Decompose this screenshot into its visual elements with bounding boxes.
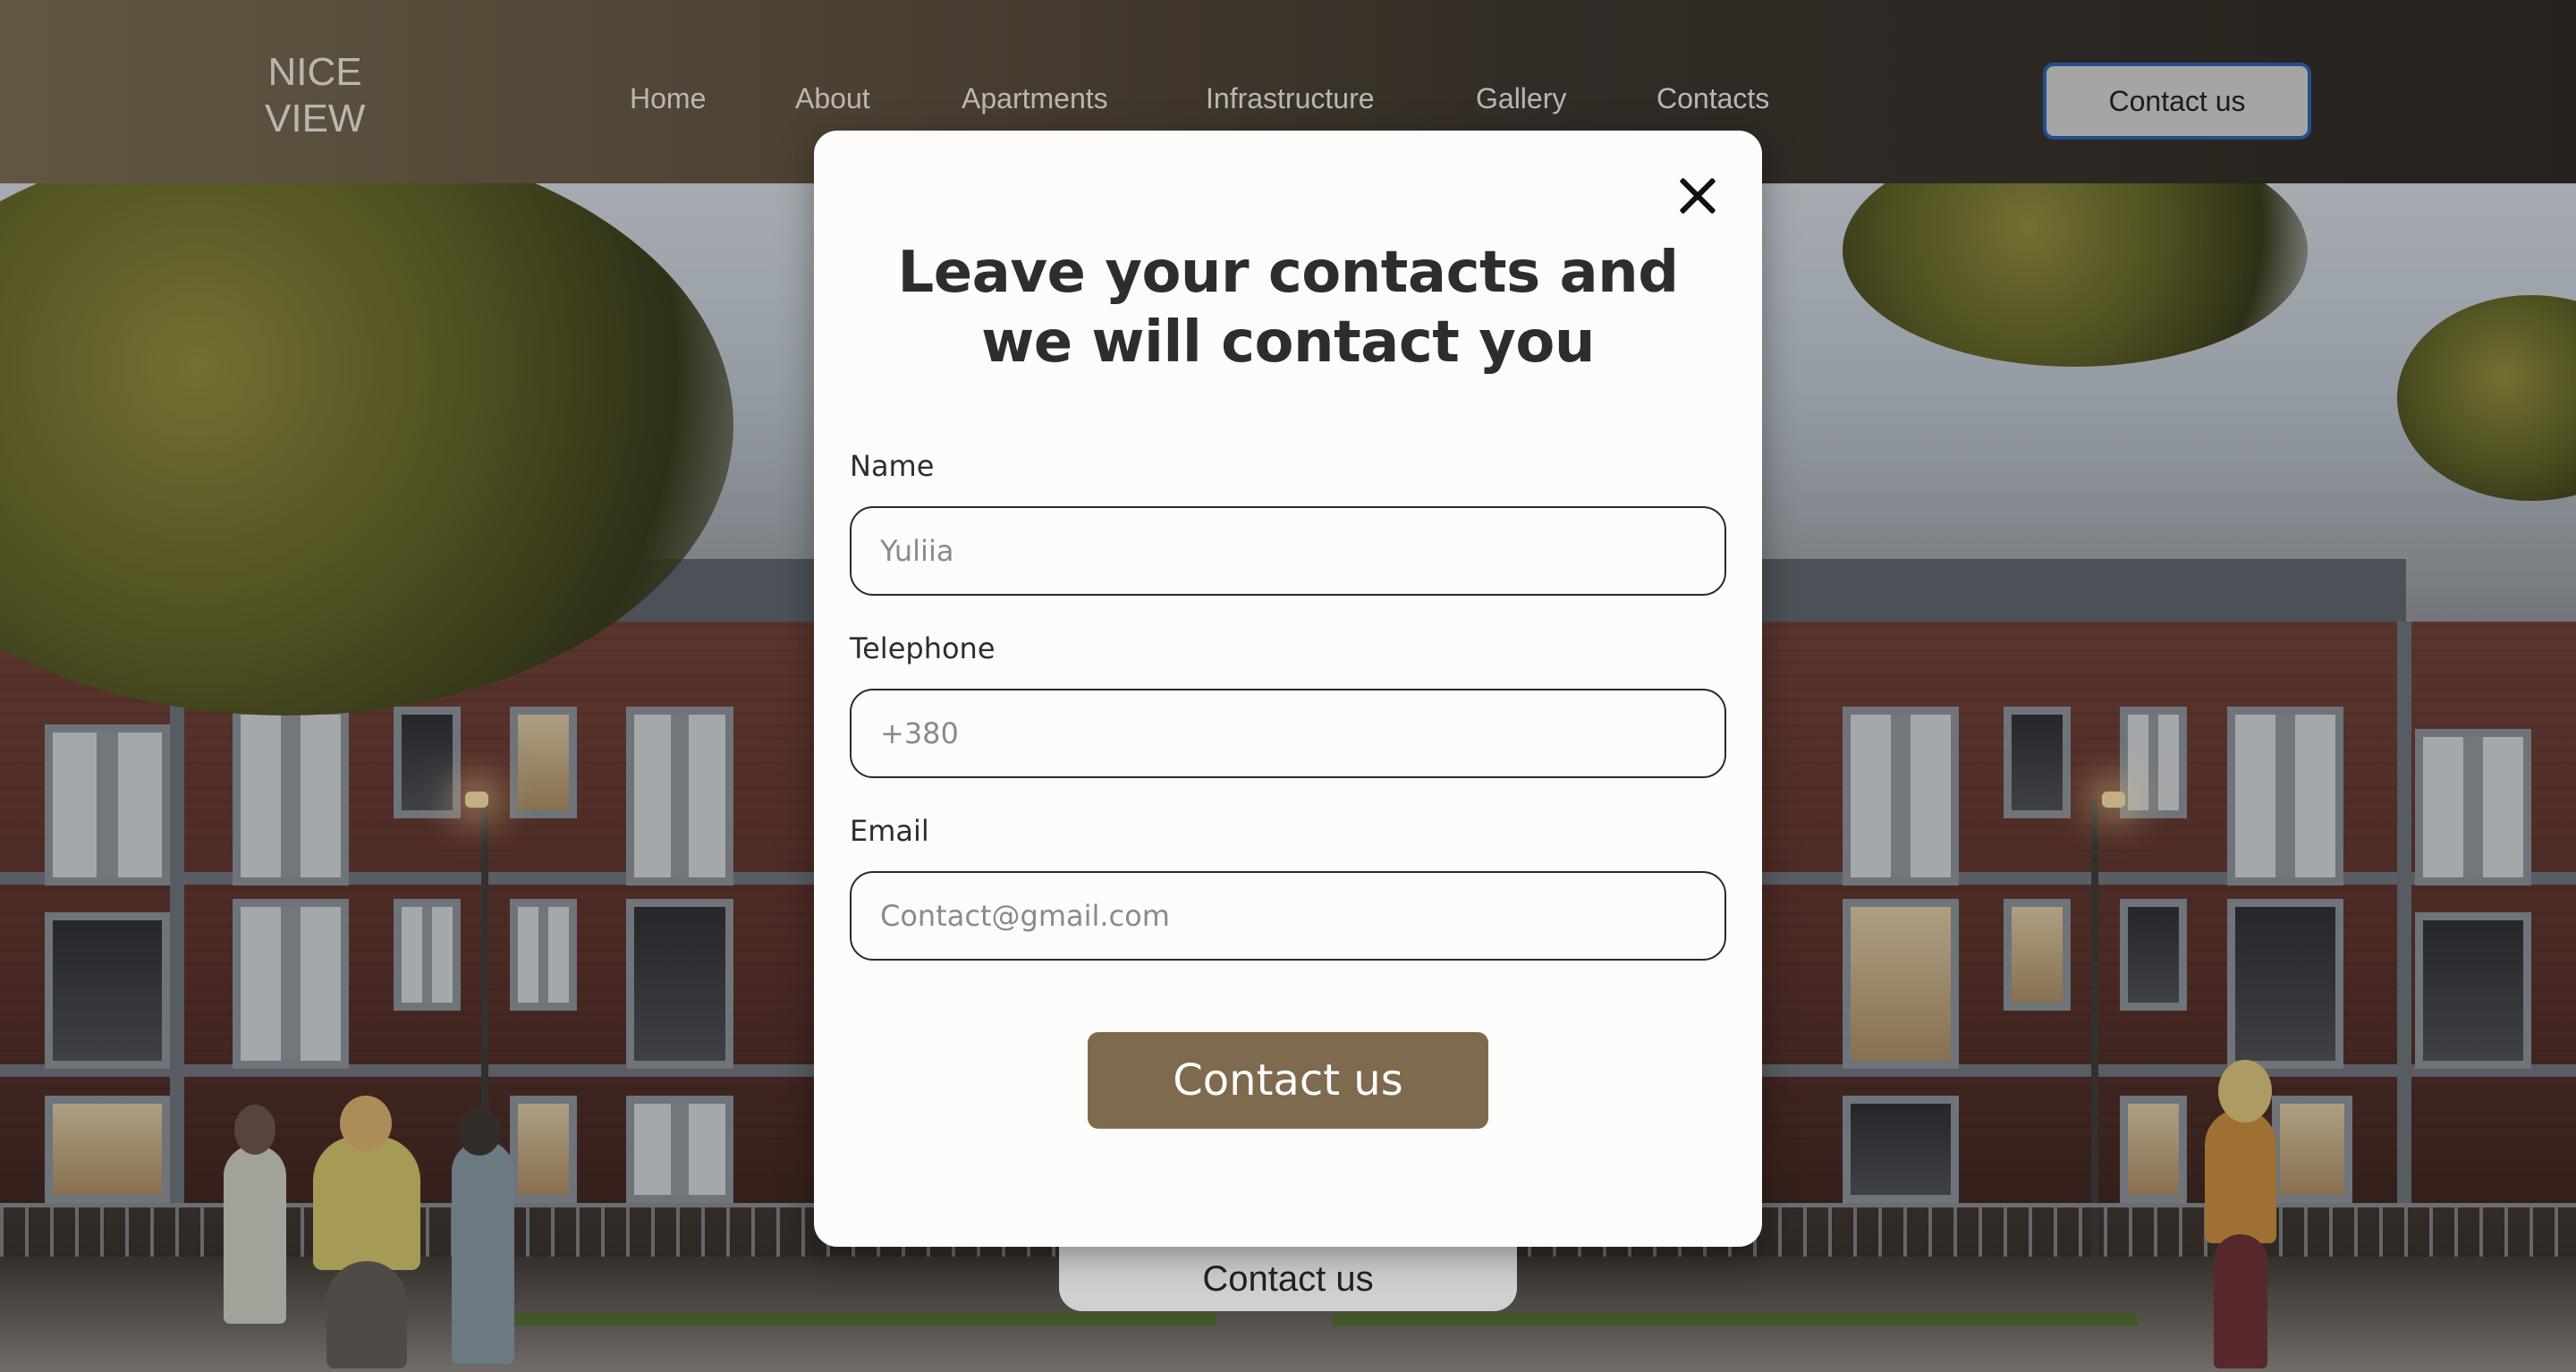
modal-title: Leave your contacts and we will contact … bbox=[897, 240, 1679, 376]
close-icon[interactable] bbox=[1673, 172, 1723, 222]
name-label: Name bbox=[850, 449, 935, 483]
contact-modal: Leave your contacts and we will contact … bbox=[814, 131, 1762, 1247]
email-label: Email bbox=[850, 814, 929, 848]
telephone-label: Telephone bbox=[850, 631, 996, 665]
email-input[interactable] bbox=[850, 871, 1726, 961]
submit-contact-button[interactable]: Contact us bbox=[1088, 1032, 1488, 1129]
name-input[interactable] bbox=[850, 506, 1726, 596]
telephone-input[interactable] bbox=[850, 689, 1726, 778]
